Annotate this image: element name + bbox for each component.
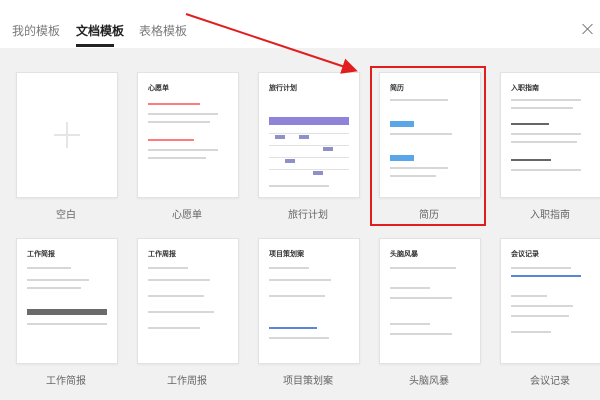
card-line bbox=[27, 267, 71, 269]
close-icon[interactable] bbox=[580, 22, 596, 38]
table-header bbox=[27, 309, 107, 315]
card-line bbox=[148, 113, 218, 115]
card-title: 简历 bbox=[390, 84, 404, 92]
template-label: 会议记录 bbox=[530, 376, 570, 387]
template-label: 空白 bbox=[56, 210, 76, 221]
card-line bbox=[390, 297, 452, 299]
card-line bbox=[148, 327, 200, 329]
template-card-meeting-notes[interactable]: 会议记录 bbox=[500, 238, 600, 364]
card-line bbox=[390, 323, 430, 325]
card-line bbox=[148, 279, 210, 281]
card-title: 工作简报 bbox=[27, 250, 55, 258]
template-label: 心愿单 bbox=[172, 210, 202, 221]
travel-schedule-preview bbox=[269, 117, 349, 177]
card-title: 入职指南 bbox=[511, 84, 539, 92]
table-cell bbox=[323, 147, 333, 151]
table-cell bbox=[299, 135, 309, 139]
table-header bbox=[269, 117, 349, 125]
card-line bbox=[511, 99, 581, 101]
card-line bbox=[511, 141, 577, 143]
section-tag bbox=[390, 121, 414, 127]
table-row bbox=[269, 133, 349, 134]
card-line bbox=[269, 267, 309, 269]
card-line bbox=[148, 149, 218, 151]
tab-document-templates[interactable]: 文档模板 bbox=[76, 22, 124, 39]
table-cell bbox=[285, 159, 295, 163]
card-line bbox=[390, 333, 452, 335]
card-title: 旅行计划 bbox=[269, 84, 297, 92]
template-label: 旅行计划 bbox=[288, 210, 328, 221]
template-label: 头脑风暴 bbox=[409, 376, 449, 387]
card-line bbox=[511, 169, 581, 171]
table-cell bbox=[313, 171, 323, 175]
card-line bbox=[511, 123, 549, 125]
template-card-weekly-report[interactable]: 工作周报 bbox=[137, 238, 239, 364]
template-card-wishlist[interactable]: 心愿单 bbox=[137, 72, 239, 198]
card-line bbox=[511, 133, 581, 135]
plus-icon bbox=[54, 122, 80, 148]
card-line bbox=[148, 121, 210, 123]
card-line bbox=[390, 287, 430, 289]
card-line bbox=[148, 103, 200, 105]
card-line bbox=[148, 311, 214, 313]
card-line bbox=[511, 267, 571, 269]
card-line bbox=[511, 107, 573, 109]
card-line bbox=[511, 295, 547, 297]
card-line bbox=[269, 279, 331, 281]
card-line bbox=[27, 323, 107, 325]
template-label: 简历 bbox=[419, 210, 439, 221]
card-line bbox=[390, 175, 436, 177]
card-title: 心愿单 bbox=[148, 84, 169, 92]
card-line bbox=[511, 331, 551, 333]
card-line bbox=[269, 327, 317, 329]
card-line bbox=[511, 305, 573, 307]
card-line bbox=[269, 295, 325, 297]
card-line bbox=[390, 133, 452, 135]
table-row bbox=[269, 145, 349, 146]
card-line bbox=[27, 279, 89, 281]
card-line bbox=[27, 287, 81, 289]
card-line bbox=[511, 159, 551, 161]
tab-sheet-templates[interactable]: 表格模板 bbox=[139, 22, 187, 39]
active-tab-indicator bbox=[76, 44, 114, 47]
table-row bbox=[269, 169, 349, 170]
card-title: 工作周报 bbox=[148, 250, 176, 258]
template-tabs: 我的模板 文档模板 表格模板 bbox=[0, 0, 600, 49]
template-card-onboarding[interactable]: 入职指南 bbox=[500, 72, 600, 198]
card-line bbox=[390, 99, 448, 101]
card-line bbox=[148, 267, 188, 269]
table-cell bbox=[275, 135, 285, 139]
card-line bbox=[390, 167, 448, 169]
table-row bbox=[269, 157, 349, 158]
card-line bbox=[390, 267, 456, 269]
card-line bbox=[269, 337, 329, 339]
template-label: 项目策划案 bbox=[283, 376, 333, 387]
section-tag bbox=[390, 155, 414, 161]
template-grid: 心愿单 旅行计划 简历 入职指南 工作简报 工作周报 项目策划案 头脑风暴 会议… bbox=[0, 48, 600, 400]
template-card-blank[interactable] bbox=[16, 72, 118, 198]
template-label: 入职指南 bbox=[530, 210, 570, 221]
tab-my-templates[interactable]: 我的模板 bbox=[12, 22, 60, 39]
card-line bbox=[148, 295, 204, 297]
card-line bbox=[148, 139, 194, 141]
template-card-work-brief[interactable]: 工作简报 bbox=[16, 238, 118, 364]
card-line bbox=[269, 185, 329, 187]
card-title: 项目策划案 bbox=[269, 250, 304, 258]
template-card-travel[interactable]: 旅行计划 bbox=[258, 72, 360, 198]
card-title: 会议记录 bbox=[511, 250, 539, 258]
template-card-brainstorm[interactable]: 头脑风暴 bbox=[379, 238, 481, 364]
template-card-resume[interactable]: 简历 bbox=[379, 72, 481, 198]
card-line bbox=[148, 157, 206, 159]
card-line bbox=[511, 315, 569, 317]
card-title: 头脑风暴 bbox=[390, 250, 418, 258]
template-label: 工作周报 bbox=[167, 376, 207, 387]
template-card-project-plan[interactable]: 项目策划案 bbox=[258, 238, 360, 364]
template-label: 工作简报 bbox=[46, 376, 86, 387]
card-line bbox=[511, 275, 581, 277]
